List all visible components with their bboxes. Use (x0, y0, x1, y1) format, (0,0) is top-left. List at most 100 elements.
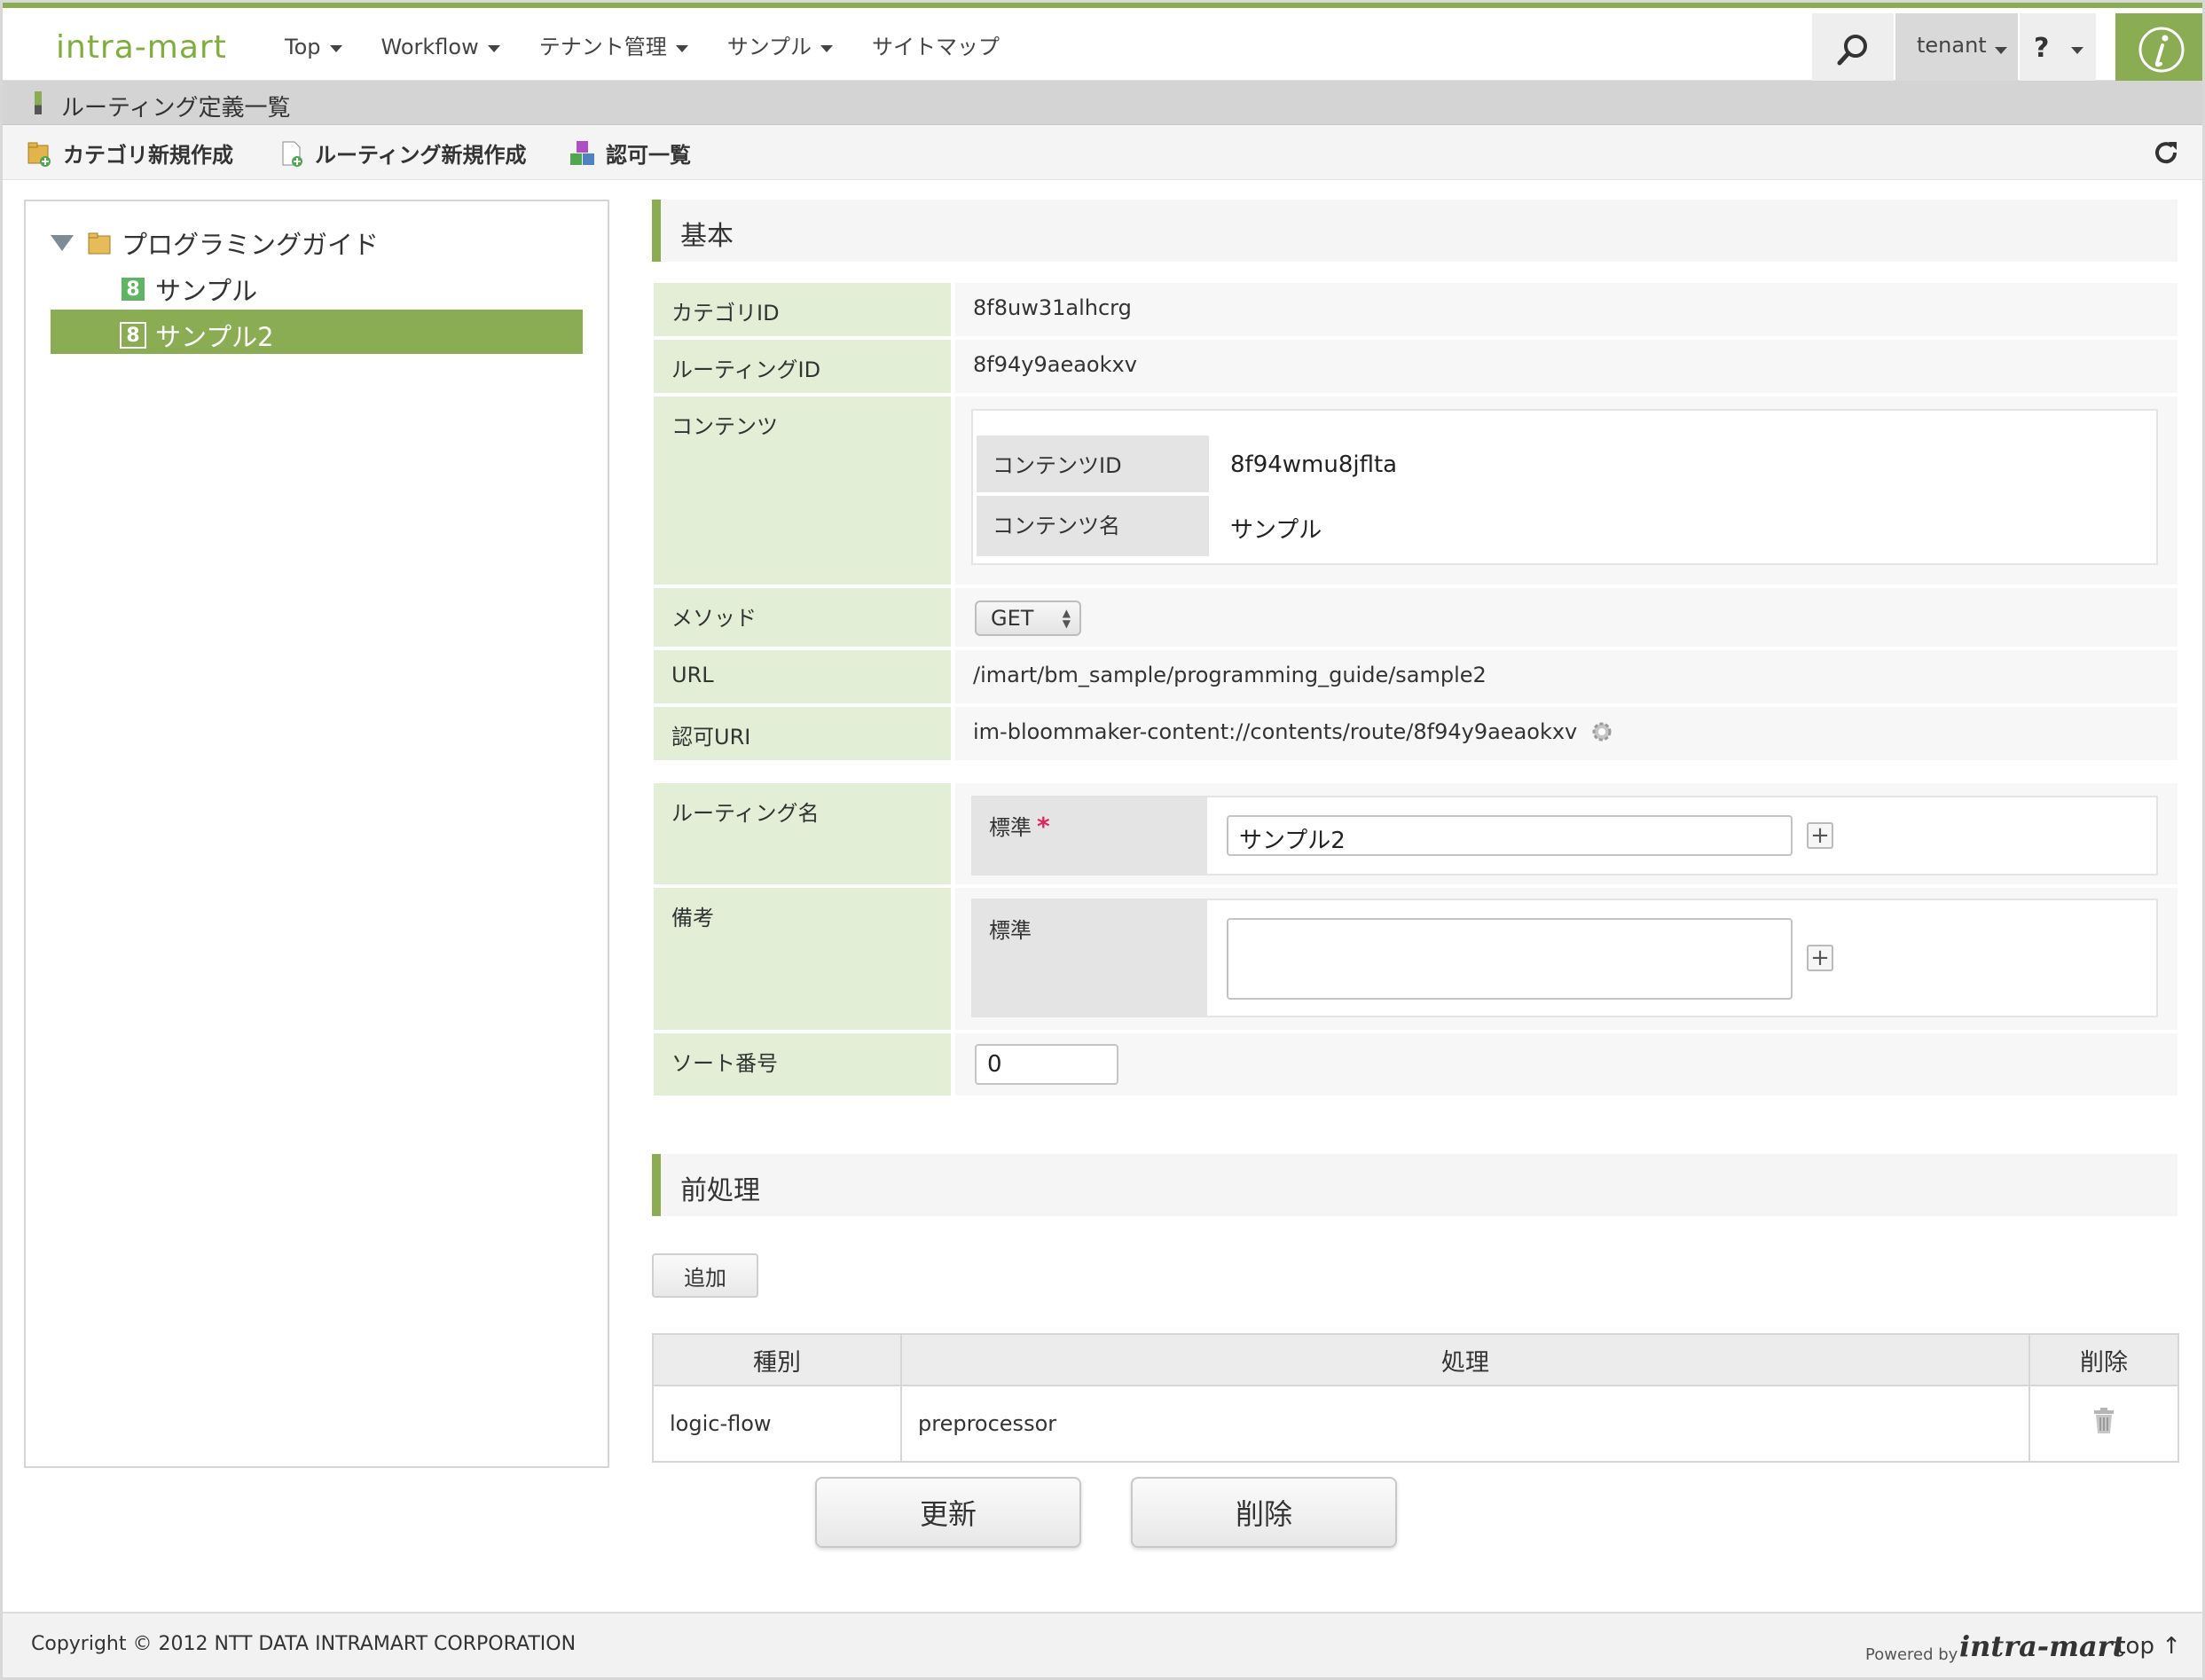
column-header-process: 処理 (900, 1333, 2030, 1386)
tree-node-root[interactable]: プログラミングガイド (51, 224, 379, 262)
refresh-icon (2155, 142, 2178, 164)
url-value: /imart/bm_sample/programming_guide/sampl… (955, 650, 2178, 703)
sort-number-input[interactable]: 0 (975, 1044, 1118, 1085)
category-id-label: カテゴリID (654, 283, 953, 336)
row-note: 備考 標準 + (654, 888, 2178, 1030)
nav-tenant-admin[interactable]: テナント管理 (520, 29, 708, 65)
add-locale-button[interactable]: + (1807, 822, 1833, 849)
new-category-button[interactable]: カテゴリ新規作成 (26, 137, 233, 169)
section-preprocess-title: 前処理 (680, 1175, 760, 1206)
back-to-top-link[interactable]: top ↑ (2116, 1633, 2181, 1660)
table-row: logic-flow preprocessor (652, 1386, 2178, 1462)
row-url: URL /imart/bm_sample/programming_guide/s… (654, 650, 2178, 703)
row-authz-uri: 認可URI im-bloommaker-content://contents/r… (654, 707, 2178, 760)
tree-node-sample2[interactable]: 8 サンプル2 (120, 317, 274, 354)
tenant-label: tenant (1917, 33, 1987, 58)
content-id-value: 8f94wmu8jflta (1230, 451, 1398, 478)
search-button[interactable] (1812, 13, 1894, 86)
nav-sitemap[interactable]: サイトマップ (852, 29, 1019, 65)
toolbar: カテゴリ新規作成 ルーティング新規作成 認可一覧 (3, 125, 2202, 180)
delete-button[interactable]: 削除 (1131, 1477, 1397, 1548)
chevron-down-icon (820, 45, 833, 52)
note-value: 標準 + (955, 888, 2178, 1030)
row-method: メソッド GET ▲ ▼ (654, 588, 2178, 647)
cell-process: preprocessor (900, 1386, 2029, 1462)
nav-sitemap-label: サイトマップ (871, 35, 1000, 59)
column-header-delete: 削除 (2028, 1333, 2179, 1386)
tenant-menu[interactable]: tenant (1895, 13, 2018, 86)
chevron-down-icon (329, 45, 342, 52)
note-locale-table: 標準 + (971, 899, 2158, 1017)
nav-top-label: Top (285, 35, 321, 59)
content-label: コンテンツ (654, 396, 953, 585)
page-title-bar: ルーティング定義一覧 (3, 81, 2202, 125)
app-window: intra-mart Top Workflow テナント管理 サンプル サイトマ… (0, 0, 2205, 1680)
nav-sample-label: サンプル (726, 35, 812, 59)
authz-list-button[interactable]: 認可一覧 (569, 137, 691, 169)
global-nav: Top Workflow テナント管理 サンプル サイトマップ (265, 29, 1019, 65)
gear-icon[interactable] (1589, 719, 1614, 744)
help-icon: ? (2034, 33, 2050, 64)
section-basic-header: 基本 (652, 200, 2178, 262)
chevron-down-icon (675, 45, 688, 52)
locale-standard-label: 標準 * (973, 797, 1207, 874)
authz-uri-text: im-bloommaker-content://contents/route/8… (973, 719, 1578, 744)
chevron-down-icon (1995, 47, 2007, 54)
nav-workflow[interactable]: Workflow (362, 29, 520, 65)
content-name-value: サンプル (1230, 517, 1322, 544)
help-menu[interactable]: ? (2020, 13, 2096, 86)
routing-name-label: ルーティング名 (654, 783, 953, 884)
trash-icon[interactable] (2091, 1407, 2116, 1435)
footer: Copyright © 2012 NTT DATA INTRAMART CORP… (3, 1612, 2202, 1677)
add-locale-button[interactable]: + (1807, 945, 1833, 971)
section-basic-title: 基本 (680, 221, 734, 252)
refresh-button[interactable] (2151, 137, 2181, 171)
authz-uri-label: 認可URI (654, 707, 953, 760)
method-select[interactable]: GET ▲ ▼ (975, 601, 1081, 636)
cell-type: logic-flow (652, 1386, 901, 1462)
content-detail-table: コンテンツID 8f94wmu8jflta コンテンツ名 サンプル (971, 409, 2158, 565)
chevron-down-icon (2071, 47, 2083, 54)
copyright-text: Copyright © 2012 NTT DATA INTRAMART CORP… (31, 1633, 577, 1655)
authz-list-label: 認可一覧 (606, 143, 691, 168)
intramart-logo: intra-mart (1959, 1629, 2126, 1663)
routing-name-input[interactable]: サンプル2 (1227, 815, 1793, 856)
new-routing-button[interactable]: ルーティング新規作成 (278, 137, 527, 169)
routing-name-locale-table: 標準 * サンプル2 + (971, 796, 2158, 875)
url-label: URL (654, 650, 953, 703)
note-locale-label: 標準 (973, 900, 1207, 1016)
chevron-down-icon (487, 45, 500, 52)
powered-by-text: Powered by (1865, 1645, 1958, 1664)
note-textarea[interactable] (1227, 918, 1793, 1000)
nav-sample[interactable]: サンプル (708, 29, 852, 65)
row-routing-name: ルーティング名 標準 * サンプル2 + (654, 783, 2178, 884)
collapse-arrow-icon[interactable] (51, 235, 74, 251)
preprocess-table: 種別 処理 削除 logic-flow preprocessor (652, 1333, 2179, 1463)
content-id-label: コンテンツID (977, 436, 1209, 492)
category-tree: プログラミングガイド 8 サンプル 8 サンプル2 (24, 200, 609, 1468)
tree-node-sample[interactable]: 8 サンプル (120, 271, 257, 308)
row-routing-id: ルーティングID 8f94y9aeaokxv (654, 340, 2178, 393)
locale-standard-text: 標準 (989, 815, 1032, 840)
required-mark: * (1037, 812, 1050, 841)
category-id-value: 8f8uw31alhcrg (955, 283, 2178, 336)
brand-menu-button[interactable] (2115, 13, 2202, 86)
global-header: intra-mart Top Workflow テナント管理 サンプル サイトマ… (3, 3, 2202, 86)
tree-node-label: サンプル (155, 276, 258, 306)
app-logo[interactable]: intra-mart (56, 29, 227, 66)
locale-standard-text: 標準 (989, 918, 1032, 943)
nav-top[interactable]: Top (265, 29, 362, 65)
content-name-label: コンテンツ名 (977, 496, 1209, 556)
authz-uri-value: im-bloommaker-content://contents/route/8… (955, 707, 2178, 760)
document-add-icon (282, 141, 302, 167)
routing-node-icon: 8 (120, 276, 146, 302)
update-button[interactable]: 更新 (815, 1477, 1081, 1548)
sort-value (955, 1033, 2178, 1095)
add-preprocess-button[interactable]: 追加 (652, 1253, 758, 1298)
search-icon (1837, 35, 1867, 66)
note-label: 備考 (654, 888, 953, 1030)
method-selected-value: GET (991, 606, 1034, 631)
page-title: ルーティング定義一覧 (61, 95, 291, 122)
updown-arrow-icon: ▲ ▼ (1062, 607, 1071, 630)
cell-delete (2028, 1386, 2178, 1462)
